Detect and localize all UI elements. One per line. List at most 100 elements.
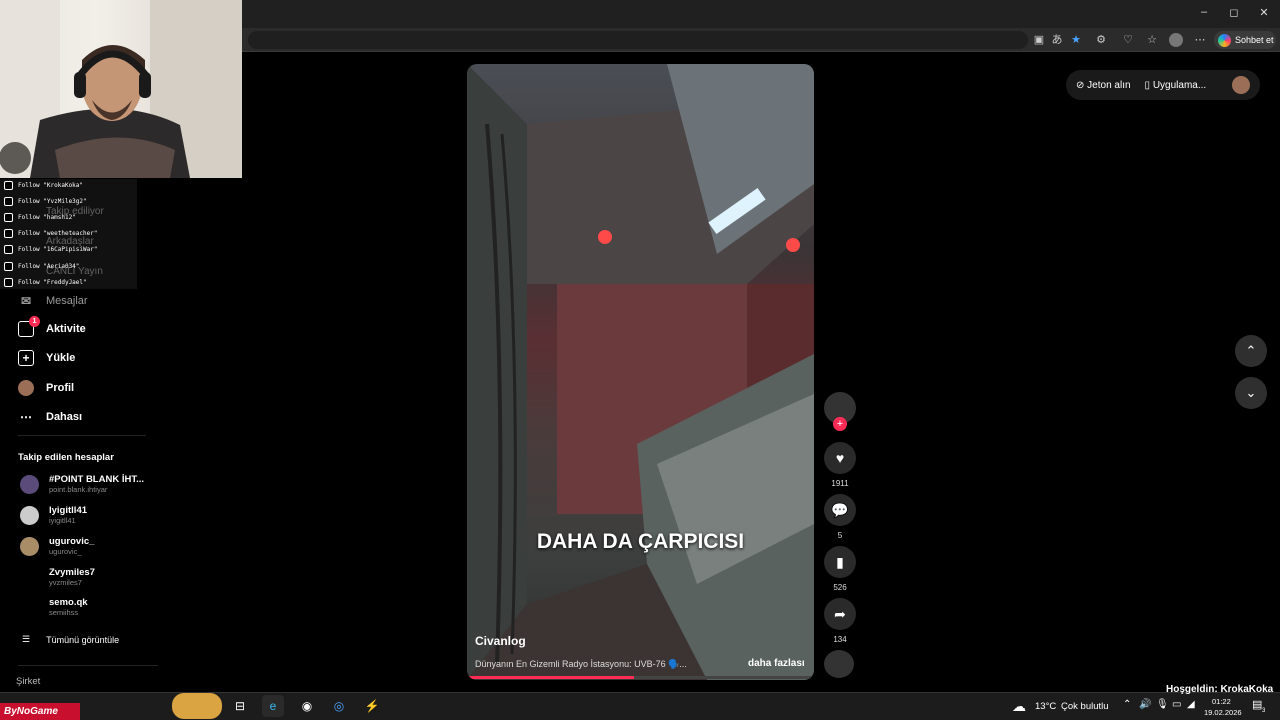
avatar xyxy=(20,537,39,556)
obs-icon[interactable]: ◉ xyxy=(296,695,318,717)
video-progress-bar[interactable] xyxy=(467,676,814,679)
sidebar-item-more[interactable]: ⋯ Dahası xyxy=(18,409,82,425)
follow-text: Follow "KrokaKoka" xyxy=(18,181,84,189)
follow-row: Follow "YvzMile3g2" xyxy=(4,195,87,207)
clock-date[interactable]: 19.02.2026 xyxy=(1204,708,1242,717)
message-icon: ✉ xyxy=(20,294,32,308)
sidebar-item-label: Dahası xyxy=(46,411,83,423)
edge-icon[interactable]: e xyxy=(262,695,284,717)
display-icon[interactable]: ▭ xyxy=(1172,699,1181,710)
comment-count: 5 xyxy=(837,531,843,540)
following-account[interactable]: ugurovic_ ugurovic_ xyxy=(20,537,94,556)
copilot-button[interactable]: Sohbet et xyxy=(1214,31,1276,49)
video-author[interactable]: Civanlog xyxy=(475,634,526,648)
following-account[interactable]: lyigitll41 iyigitll41 xyxy=(20,506,87,525)
avatar xyxy=(20,506,39,525)
browser-essentials-icon[interactable]: ♡ xyxy=(1121,33,1135,47)
profile-icon[interactable] xyxy=(1169,33,1183,47)
follow-row: Follow "KrokaKoka" xyxy=(4,179,83,191)
follow-plus-icon[interactable]: + xyxy=(833,417,847,431)
settings-more-icon[interactable]: ⋯ xyxy=(1193,33,1207,47)
checkbox-icon xyxy=(4,196,13,206)
notification-icon[interactable]: ▤ xyxy=(1252,698,1262,711)
see-all-link[interactable]: ☰ Tümünü görüntüle xyxy=(22,634,119,645)
sidebar-item-profile[interactable]: Profil xyxy=(18,380,74,396)
account-name: Zvymiles7 xyxy=(49,567,95,578)
sidebar-item-upload[interactable]: + Yükle xyxy=(18,350,75,366)
network-icon[interactable]: ◢ xyxy=(1187,699,1195,710)
video-player[interactable]: DAHA DA ÇARPICISI Civanlog Dünyanın En G… xyxy=(467,64,814,680)
close-button[interactable]: ✕ xyxy=(1256,6,1272,19)
user-avatar[interactable] xyxy=(1232,76,1250,94)
favorite-star-icon[interactable]: ★ xyxy=(1069,33,1083,47)
sidebar-item-messages[interactable]: ✉ Mesajlar xyxy=(18,293,88,309)
checkbox-icon xyxy=(4,261,13,271)
clock-time[interactable]: 01:22 xyxy=(1212,697,1231,706)
see-all-label: Tümünü görüntüle xyxy=(46,634,120,645)
following-account[interactable]: Zvymiles7 yvzmiles7 xyxy=(20,568,95,587)
progress-fill xyxy=(467,676,634,679)
save-button[interactable]: ▮ xyxy=(824,546,856,578)
weather-text[interactable]: Çok bulutlu xyxy=(1061,701,1109,712)
video-description: Dünyanın En Gizemli Radyo İstasyonu: UVB… xyxy=(475,659,687,669)
account-handle: iyigitll41 xyxy=(49,516,76,525)
coin-icon: ⊘ xyxy=(1076,79,1088,91)
minimize-button[interactable]: – xyxy=(1196,6,1212,18)
share-count: 134 xyxy=(833,635,847,644)
heart-icon: ♥ xyxy=(835,450,845,466)
maximize-button[interactable]: ◻ xyxy=(1226,6,1242,19)
comment-button[interactable]: 💬 xyxy=(824,494,856,526)
account-handle: yvzmiles7 xyxy=(49,578,82,587)
game-icon[interactable]: ⚡ xyxy=(361,695,383,717)
checkbox-icon xyxy=(4,180,13,190)
widgets-icon[interactable] xyxy=(172,693,222,719)
app-available-icon[interactable]: ▣ xyxy=(1032,33,1046,47)
following-account[interactable]: #POINT BLANK İHT... point.blank.ihtiyar xyxy=(20,475,144,494)
phone-icon: ▯ xyxy=(1144,79,1153,91)
company-link[interactable]: Şirket xyxy=(16,676,40,687)
video-caption: DAHA DA ÇARPICISI xyxy=(536,530,745,553)
sidebar-item-label: Yükle xyxy=(46,352,76,364)
sound-avatar[interactable] xyxy=(824,650,854,678)
checkbox-icon xyxy=(4,244,13,254)
activity-badge: 1 xyxy=(29,316,40,327)
follow-text: Follow "16CaPipisiWar" xyxy=(18,245,98,253)
save-count: 526 xyxy=(833,583,847,592)
account-name: ugurovic_ xyxy=(49,536,95,547)
more-icon: ⋯ xyxy=(20,410,32,424)
video-frame-image xyxy=(467,64,814,680)
favorites-icon[interactable]: ☆ xyxy=(1145,33,1159,47)
follow-row: Follow "FreddyJael" xyxy=(4,276,87,288)
tray-chevron-icon[interactable]: ⌃ xyxy=(1123,699,1131,710)
next-video-button[interactable]: ⌄ xyxy=(1235,377,1267,409)
streamer-image xyxy=(0,0,242,178)
get-coins-button[interactable]: ⊘ Jeton alın xyxy=(1076,80,1131,91)
account-name: lyigitll41 xyxy=(49,505,88,516)
follow-text: Follow "Aeria034" xyxy=(18,262,80,270)
share-button[interactable]: ➦ xyxy=(824,598,856,630)
list-icon: ☰ xyxy=(22,634,31,644)
upload-icon: + xyxy=(18,350,34,366)
weather-temp[interactable]: 13°C xyxy=(1035,701,1056,712)
checkbox-icon xyxy=(4,228,13,238)
extensions-icon[interactable]: ⚙ xyxy=(1094,33,1108,47)
get-app-button[interactable]: ▯ Uygulama... xyxy=(1145,80,1207,91)
translate-icon[interactable]: あ xyxy=(1050,33,1064,47)
previous-video-button[interactable]: ⌃ xyxy=(1235,335,1267,367)
volume-icon[interactable]: 🔊 xyxy=(1139,699,1151,710)
checkbox-icon xyxy=(4,277,13,287)
comment-icon: 💬 xyxy=(831,501,849,518)
sidebar-item-label: Profil xyxy=(46,382,75,394)
address-bar[interactable] xyxy=(248,31,1028,49)
follow-text: Follow "hamsh12" xyxy=(18,213,76,221)
more-link[interactable]: daha fazlası xyxy=(748,658,805,669)
like-button[interactable]: ♥ xyxy=(824,442,856,474)
task-view-icon[interactable]: ⊟ xyxy=(229,695,251,717)
checkbox-icon xyxy=(4,212,13,222)
following-account[interactable]: semo.qk semiihss xyxy=(20,598,88,617)
divider xyxy=(18,435,146,436)
follow-row: Follow "16CaPipisiWar" xyxy=(4,243,97,255)
steam-icon[interactable]: ◎ xyxy=(328,695,350,717)
sidebar-item-activity[interactable]: 1 Aktivite xyxy=(18,316,86,337)
microphone-icon[interactable]: 🎙 xyxy=(1156,699,1169,710)
